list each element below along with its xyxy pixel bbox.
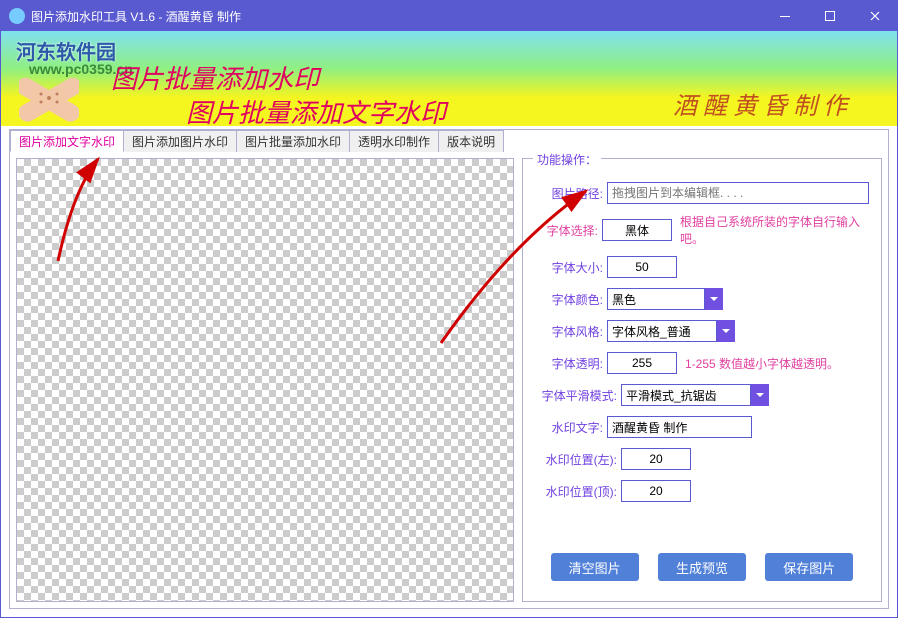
image-path-input[interactable] <box>607 182 869 204</box>
font-alpha-label: 字体透明: <box>535 355 607 372</box>
close-button[interactable] <box>852 1 897 31</box>
banner-author: 酒 醒 黄 昏 制 作 <box>673 86 847 121</box>
app-icon <box>9 8 25 24</box>
font-style-select[interactable]: 字体风格_普通 <box>607 320 717 342</box>
clear-button[interactable]: 清空图片 <box>551 553 639 581</box>
font-size-input[interactable] <box>607 256 677 278</box>
watermark-text-label: 水印文字: <box>535 419 607 436</box>
image-path-label: 图片路径: <box>535 185 607 202</box>
font-alpha-hint: 1-255 数值越小字体越透明。 <box>685 355 839 372</box>
bandage-icon <box>19 71 79 126</box>
settings-panel: 功能操作： 图片路径: 字体选择: 根据自己系统所装的字体自行输入吧。 字体大小… <box>522 158 882 602</box>
tab-strip: 图片添加文字水印 图片添加图片水印 图片批量添加水印 透明水印制作 版本说明 <box>10 130 888 152</box>
font-select-label: 字体选择: <box>535 222 602 239</box>
font-color-select[interactable]: 黑色 <box>607 288 705 310</box>
font-color-dropdown-button[interactable] <box>705 288 723 310</box>
minimize-button[interactable] <box>762 1 807 31</box>
preview-button[interactable]: 生成预览 <box>658 553 746 581</box>
font-alpha-input[interactable] <box>607 352 677 374</box>
image-preview[interactable] <box>16 158 514 602</box>
font-color-label: 字体颜色: <box>535 291 607 308</box>
font-select-hint: 根据自己系统所装的字体自行输入吧。 <box>680 213 869 247</box>
chevron-down-icon <box>722 327 730 335</box>
banner-line1: 图片批量添加水印 <box>111 59 319 96</box>
font-style-label: 字体风格: <box>535 323 607 340</box>
banner: 河东软件园 www.pc0359.cn 图片批量添加水印 图片批量添加文字水印 … <box>1 31 897 126</box>
smooth-mode-label: 字体平滑模式: <box>535 387 621 404</box>
save-button[interactable]: 保存图片 <box>765 553 853 581</box>
tab-transparent-watermark[interactable]: 透明水印制作 <box>349 130 439 152</box>
chevron-down-icon <box>756 391 764 399</box>
chevron-down-icon <box>710 295 718 303</box>
font-style-dropdown-button[interactable] <box>717 320 735 342</box>
smooth-mode-select[interactable]: 平滑模式_抗锯齿 <box>621 384 751 406</box>
panel-legend: 功能操作： <box>533 151 601 168</box>
font-size-label: 字体大小: <box>535 259 607 276</box>
window-title: 图片添加水印工具 V1.6 - 酒醒黄昏 制作 <box>31 8 762 25</box>
overlay-site-name: 河东软件园 <box>16 36 116 65</box>
pos-top-label: 水印位置(顶): <box>535 483 621 500</box>
tab-image-watermark[interactable]: 图片添加图片水印 <box>123 130 237 152</box>
pos-left-input[interactable] <box>621 448 691 470</box>
font-select-input[interactable] <box>602 219 672 241</box>
titlebar: 图片添加水印工具 V1.6 - 酒醒黄昏 制作 <box>1 1 897 31</box>
smooth-mode-dropdown-button[interactable] <box>751 384 769 406</box>
pos-top-input[interactable] <box>621 480 691 502</box>
maximize-button[interactable] <box>807 1 852 31</box>
main-content: 图片添加文字水印 图片添加图片水印 图片批量添加水印 透明水印制作 版本说明 功… <box>9 129 889 609</box>
pos-left-label: 水印位置(左): <box>535 451 621 468</box>
watermark-text-input[interactable] <box>607 416 752 438</box>
tab-text-watermark[interactable]: 图片添加文字水印 <box>10 130 124 152</box>
tab-version-notes[interactable]: 版本说明 <box>438 130 504 152</box>
tab-batch-watermark[interactable]: 图片批量添加水印 <box>236 130 350 152</box>
banner-line2: 图片批量添加文字水印 <box>186 93 446 130</box>
